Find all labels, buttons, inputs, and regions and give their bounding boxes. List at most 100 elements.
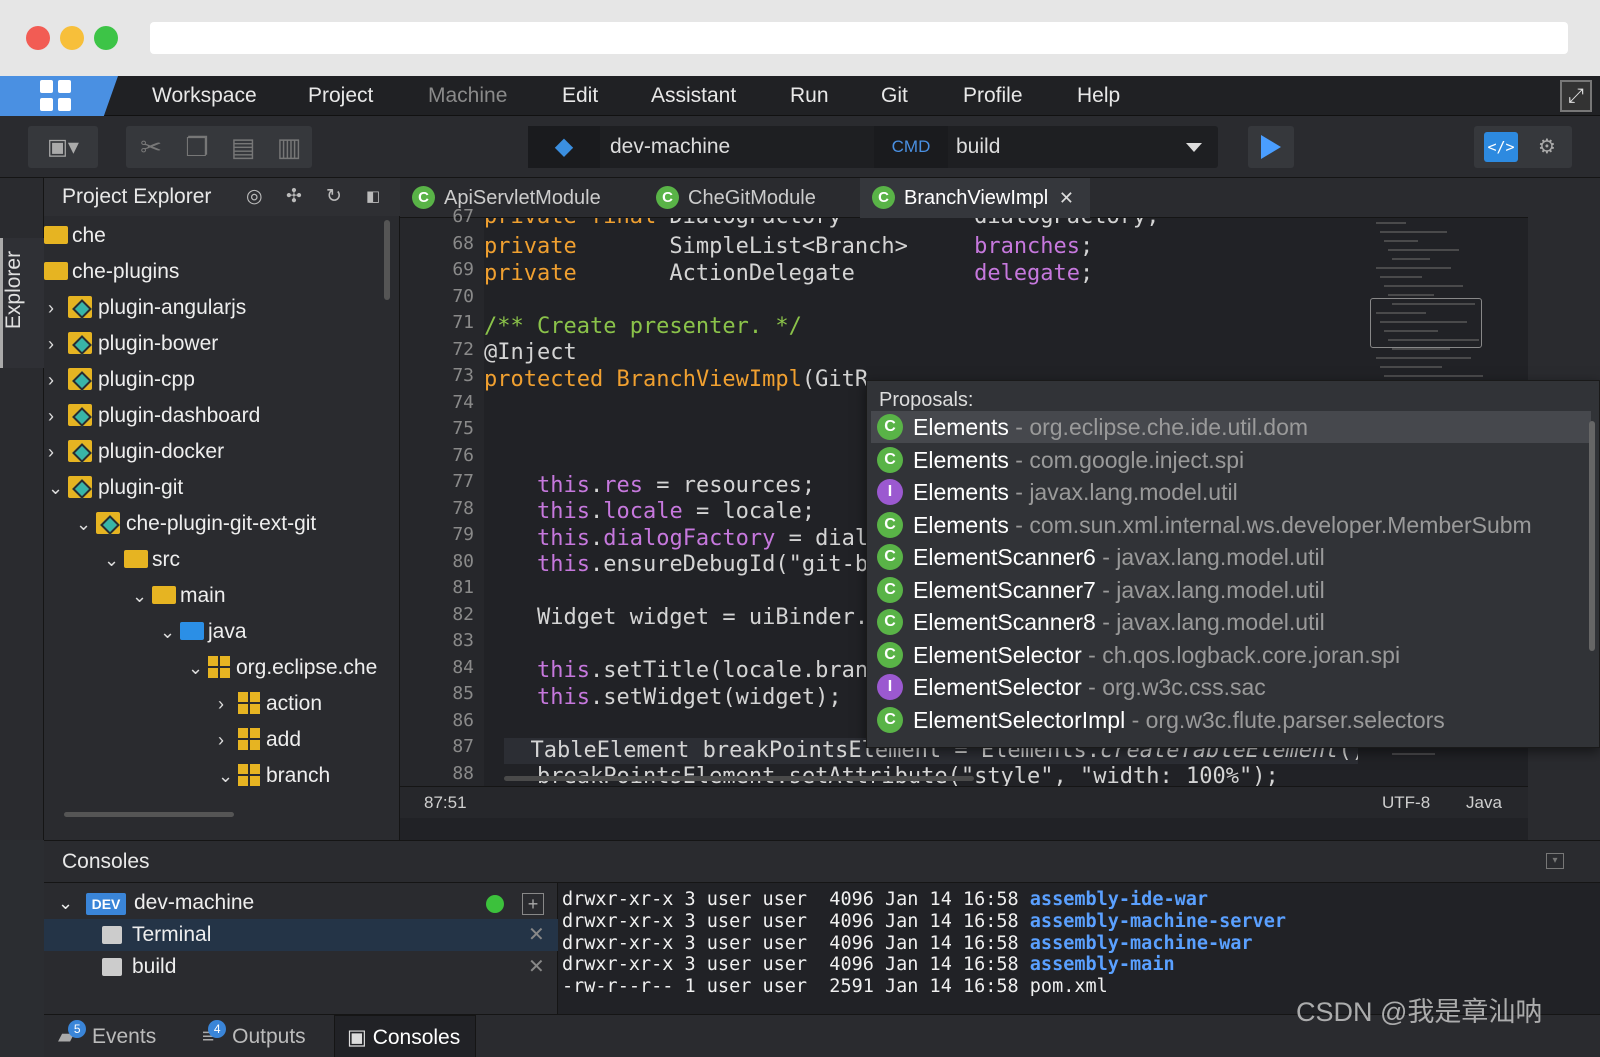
tree-item-plugin-dashboard[interactable]: › plugin-dashboard: [48, 398, 260, 434]
chevron-down-icon[interactable]: ⌄: [160, 614, 180, 650]
minimize-panel-icon[interactable]: ▾: [1546, 853, 1564, 869]
menu-project[interactable]: Project: [308, 76, 373, 116]
chevron-down-icon[interactable]: ⌄: [48, 470, 68, 506]
proposal-item[interactable]: C ElementScanner8 - javax.lang.model.util: [871, 606, 1591, 638]
tree-item-che-plugins[interactable]: che-plugins: [44, 254, 179, 290]
copy-icon[interactable]: ❐: [176, 126, 218, 168]
tab-outputs[interactable]: ≡4 Outputs: [202, 1015, 352, 1057]
tab-label: CheGitModule: [688, 187, 816, 209]
chevron-right-icon[interactable]: ›: [48, 362, 68, 398]
chevron-down-icon[interactable]: ⌄: [218, 758, 238, 794]
proposal-item[interactable]: C Elements - com.google.inject.spi: [871, 444, 1591, 476]
close-tab-icon[interactable]: ✕: [1059, 178, 1074, 218]
menu-profile[interactable]: Profile: [963, 76, 1023, 116]
cut-icon[interactable]: ✂: [130, 126, 172, 168]
file-encoding[interactable]: UTF-8: [1382, 787, 1430, 819]
tree-item-che[interactable]: che: [44, 218, 106, 254]
add-terminal-icon[interactable]: +: [522, 893, 544, 915]
tree-item-action[interactable]: › action: [218, 686, 322, 722]
close-process-icon[interactable]: ✕: [528, 951, 545, 983]
tree-item-branch[interactable]: ⌄ branch: [218, 758, 330, 794]
file-language[interactable]: Java: [1466, 787, 1502, 819]
refresh-icon[interactable]: ↻: [326, 178, 342, 216]
maximize-window-button[interactable]: [94, 26, 118, 50]
command-select[interactable]: build: [956, 126, 1000, 168]
chevron-right-icon[interactable]: ›: [218, 686, 238, 722]
operations-icon[interactable]: ⚙: [1532, 132, 1562, 162]
proposal-item[interactable]: C ElementScanner7 - javax.lang.model.util: [871, 574, 1591, 606]
tab-consoles[interactable]: ▣ Consoles: [334, 1015, 476, 1057]
proposals-scrollbar[interactable]: [1589, 421, 1595, 651]
run-button[interactable]: [1248, 126, 1294, 168]
menu-assistant[interactable]: Assistant: [651, 76, 736, 116]
process-build[interactable]: build ✕: [44, 951, 558, 983]
tab-chegitmodule[interactable]: C CheGitModule: [644, 178, 858, 218]
tree-item-plugin-angularjs[interactable]: › plugin-angularjs: [48, 290, 246, 326]
paste-icon[interactable]: ▤: [222, 126, 264, 168]
proposal-item[interactable]: C ElementSelectorImpl - org.w3c.flute.par…: [871, 704, 1591, 736]
tab-branchviewimpl[interactable]: C BranchViewImpl ✕: [860, 178, 1090, 218]
menu-help[interactable]: Help: [1077, 76, 1120, 116]
tree-item-plugin-cpp[interactable]: › plugin-cpp: [48, 362, 195, 398]
tree-item-label: plugin-docker: [98, 440, 225, 463]
chevron-right-icon[interactable]: ›: [48, 326, 68, 362]
explorer-side-tab[interactable]: Explorer: [0, 238, 44, 368]
module-icon: [68, 296, 92, 319]
chevron-down-icon[interactable]: ⌄: [188, 650, 208, 686]
delete-icon[interactable]: ▥: [268, 126, 310, 168]
chevron-right-icon[interactable]: ›: [48, 290, 68, 326]
menu-edit[interactable]: Edit: [562, 76, 598, 116]
process-terminal[interactable]: Terminal ✕: [44, 919, 558, 951]
menu-machine[interactable]: Machine: [428, 76, 507, 116]
proposal-item[interactable]: I Elements - javax.lang.model.util: [871, 476, 1591, 508]
chevron-down-icon[interactable]: ⌄: [76, 506, 96, 542]
new-project-button[interactable]: ▣▾: [28, 126, 98, 168]
minimap-line: [1384, 375, 1483, 377]
dashboard-logo-icon[interactable]: [0, 76, 118, 116]
tree-item-label: plugin-bower: [98, 332, 219, 355]
menu-run[interactable]: Run: [790, 76, 829, 116]
tree-item-main[interactable]: ⌄ main: [132, 578, 226, 614]
explorer-vertical-scrollbar[interactable]: [384, 220, 390, 300]
tree-item-plugin-docker[interactable]: › plugin-docker: [48, 434, 224, 470]
minimize-panel-icon[interactable]: ◧: [366, 178, 380, 216]
tree-item-plugin-bower[interactable]: › plugin-bower: [48, 326, 218, 362]
fullscreen-icon[interactable]: ⤢: [1560, 80, 1592, 112]
chevron-down-icon[interactable]: ⌄: [104, 542, 124, 578]
menu-git[interactable]: Git: [881, 76, 908, 116]
tree-item-org-eclipse-che[interactable]: ⌄ org.eclipse.che: [188, 650, 377, 686]
close-process-icon[interactable]: ✕: [528, 919, 545, 951]
tree-item-plugin-git[interactable]: ⌄ plugin-git: [48, 470, 183, 506]
chevron-right-icon[interactable]: ›: [48, 398, 68, 434]
tab-events[interactable]: ▰5 Events: [58, 1015, 188, 1057]
collapse-all-icon[interactable]: ✣: [286, 178, 302, 216]
proposal-item[interactable]: C ElementScanner6 - javax.lang.model.util: [871, 541, 1591, 573]
tree-item-add[interactable]: › add: [218, 722, 301, 758]
machine-row[interactable]: ⌄ DEV dev-machine +: [44, 887, 558, 919]
tab-apiservletmodule[interactable]: C ApiServletModule: [400, 178, 640, 218]
proposal-package: - javax.lang.model.util: [1095, 576, 1325, 603]
chevron-down-icon[interactable]: ⌄: [132, 578, 152, 614]
menu-workspace[interactable]: Workspace: [152, 76, 257, 116]
chevron-right-icon[interactable]: ›: [48, 434, 68, 470]
editor-horizontal-scrollbar[interactable]: [504, 776, 974, 781]
tree-item-che-plugin-git-ext-git[interactable]: ⌄ che-plugin-git-ext-git: [76, 506, 316, 542]
line-number: 79: [452, 524, 474, 545]
address-bar[interactable]: [150, 22, 1568, 54]
chevron-down-icon[interactable]: ⌄: [58, 887, 73, 919]
locate-icon[interactable]: ◎: [246, 178, 263, 216]
minimize-window-button[interactable]: [60, 26, 84, 50]
proposal-item[interactable]: C ElementSelector - ch.qos.logback.core.j…: [871, 639, 1591, 671]
tree-item-src[interactable]: ⌄ src: [104, 542, 180, 578]
tree-item-java[interactable]: ⌄ java: [160, 614, 247, 650]
close-window-button[interactable]: [26, 26, 50, 50]
chevron-down-icon[interactable]: [1186, 143, 1202, 152]
chevron-right-icon[interactable]: ›: [218, 722, 238, 758]
proposal-item[interactable]: C Elements - com.sun.xml.internal.ws.deve…: [871, 509, 1591, 541]
module-icon: [68, 332, 92, 355]
explorer-horizontal-scrollbar[interactable]: [64, 812, 234, 817]
proposal-item[interactable]: I ElementSelector - org.w3c.css.sac: [871, 671, 1591, 703]
machine-name[interactable]: dev-machine: [610, 126, 730, 168]
code-view-icon[interactable]: </>: [1484, 132, 1518, 162]
proposal-item[interactable]: C Elements - org.eclipse.che.ide.util.dom: [871, 411, 1591, 443]
